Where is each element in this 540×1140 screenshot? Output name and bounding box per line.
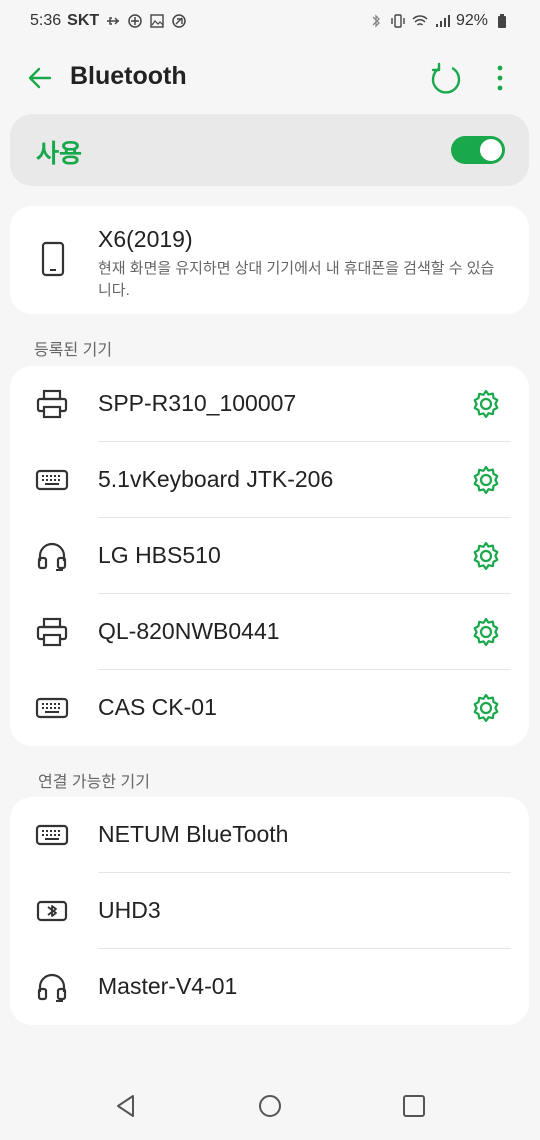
printer-icon — [34, 386, 70, 422]
settings-button[interactable] — [468, 614, 504, 650]
location-icon — [171, 13, 187, 29]
paired-device-row[interactable]: 5.1vKeyboard JTK-206 — [10, 442, 529, 518]
vibrate-icon — [390, 13, 406, 29]
square-recents-icon — [403, 1095, 425, 1117]
refresh-icon — [431, 62, 461, 94]
more-options-button[interactable] — [486, 58, 514, 98]
gear-icon — [473, 389, 499, 419]
usb-icon — [105, 13, 121, 29]
keyboard-icon — [34, 462, 70, 498]
paired-device-row[interactable]: CAS CK-01 — [10, 670, 529, 746]
nav-back-button[interactable] — [110, 1090, 142, 1122]
toggle-label: 사용 — [36, 140, 83, 168]
paired-devices-header: 등록된 기기 — [34, 342, 113, 359]
keyboard-icon — [34, 690, 70, 726]
device-name: UHD3 — [98, 897, 161, 923]
keyboard-icon — [34, 817, 70, 853]
arrow-left-icon — [28, 67, 52, 89]
available-devices-header: 연결 가능한 기기 — [38, 774, 150, 791]
device-name: CAS CK-01 — [98, 694, 217, 720]
nav-home-button[interactable] — [254, 1090, 286, 1122]
settings-button[interactable] — [468, 690, 504, 726]
available-device-row[interactable]: Master-V4-01 — [10, 949, 529, 1025]
bluetooth-status-icon — [368, 13, 384, 29]
phone-icon — [41, 241, 65, 277]
app-bar: Bluetooth — [0, 46, 540, 110]
headset-icon — [34, 538, 70, 574]
paired-device-row[interactable]: LG HBS510 — [10, 518, 529, 594]
device-name: 5.1vKeyboard JTK-206 — [98, 466, 334, 492]
device-name: LG HBS510 — [98, 542, 221, 568]
navigation-bar — [0, 1070, 540, 1140]
bluetooth-device-icon — [34, 893, 70, 929]
paired-devices-list: SPP-R310_100007 5.1vKeyboard JTK-206 LG … — [10, 366, 529, 746]
this-device-card: X6(2019) 현재 화면을 유지하면 상대 기기에서 내 휴대폰을 검색할 … — [10, 206, 529, 314]
device-name: NETUM BlueTooth — [98, 821, 289, 847]
headset-icon — [34, 969, 70, 1005]
available-device-row[interactable]: NETUM BlueTooth — [10, 797, 529, 873]
bluetooth-toggle-row[interactable]: 사용 — [10, 114, 529, 186]
device-name: QL-820NWB0441 — [98, 618, 280, 644]
device-name: Master-V4-01 — [98, 973, 238, 999]
status-right: 92% — [368, 12, 510, 30]
gallery-icon — [149, 13, 165, 29]
gear-icon — [473, 541, 499, 571]
settings-button[interactable] — [468, 386, 504, 422]
refresh-button[interactable] — [426, 58, 466, 98]
device-description: 현재 화면을 유지하면 상대 기기에서 내 휴대폰을 검색할 수 있습니다. — [98, 260, 495, 299]
triangle-back-icon — [117, 1095, 134, 1117]
nav-recents-button[interactable] — [398, 1090, 430, 1122]
status-carrier: SKT — [67, 12, 100, 29]
paired-device-row[interactable]: SPP-R310_100007 — [10, 366, 529, 442]
data-saver-icon — [127, 13, 143, 29]
switch-knob — [480, 139, 502, 161]
available-devices-list: NETUM BlueTooth UHD3 Master-V4-01 — [10, 797, 529, 1025]
signal-icon — [434, 13, 450, 29]
battery-percent: 92% — [455, 12, 488, 29]
paired-device-row[interactable]: QL-820NWB0441 — [10, 594, 529, 670]
status-time: 5:36 — [30, 12, 62, 29]
gear-icon — [473, 617, 499, 647]
more-vertical-icon — [497, 65, 503, 91]
printer-icon — [34, 614, 70, 650]
settings-button[interactable] — [468, 462, 504, 498]
wifi-icon — [412, 13, 428, 29]
page-title: Bluetooth — [70, 62, 187, 90]
circle-home-icon — [259, 1095, 281, 1117]
available-device-row[interactable]: UHD3 — [10, 873, 529, 949]
device-name: SPP-R310_100007 — [98, 390, 297, 416]
back-button[interactable] — [22, 60, 58, 96]
status-bar: 5:36 SKT 92% — [0, 0, 540, 42]
settings-button[interactable] — [468, 538, 504, 574]
gear-icon — [473, 693, 499, 723]
device-name: X6(2019) — [98, 226, 193, 252]
battery-icon — [494, 13, 510, 29]
bluetooth-switch[interactable] — [451, 136, 505, 164]
status-left: 5:36 SKT — [30, 12, 187, 30]
gear-icon — [473, 465, 499, 495]
